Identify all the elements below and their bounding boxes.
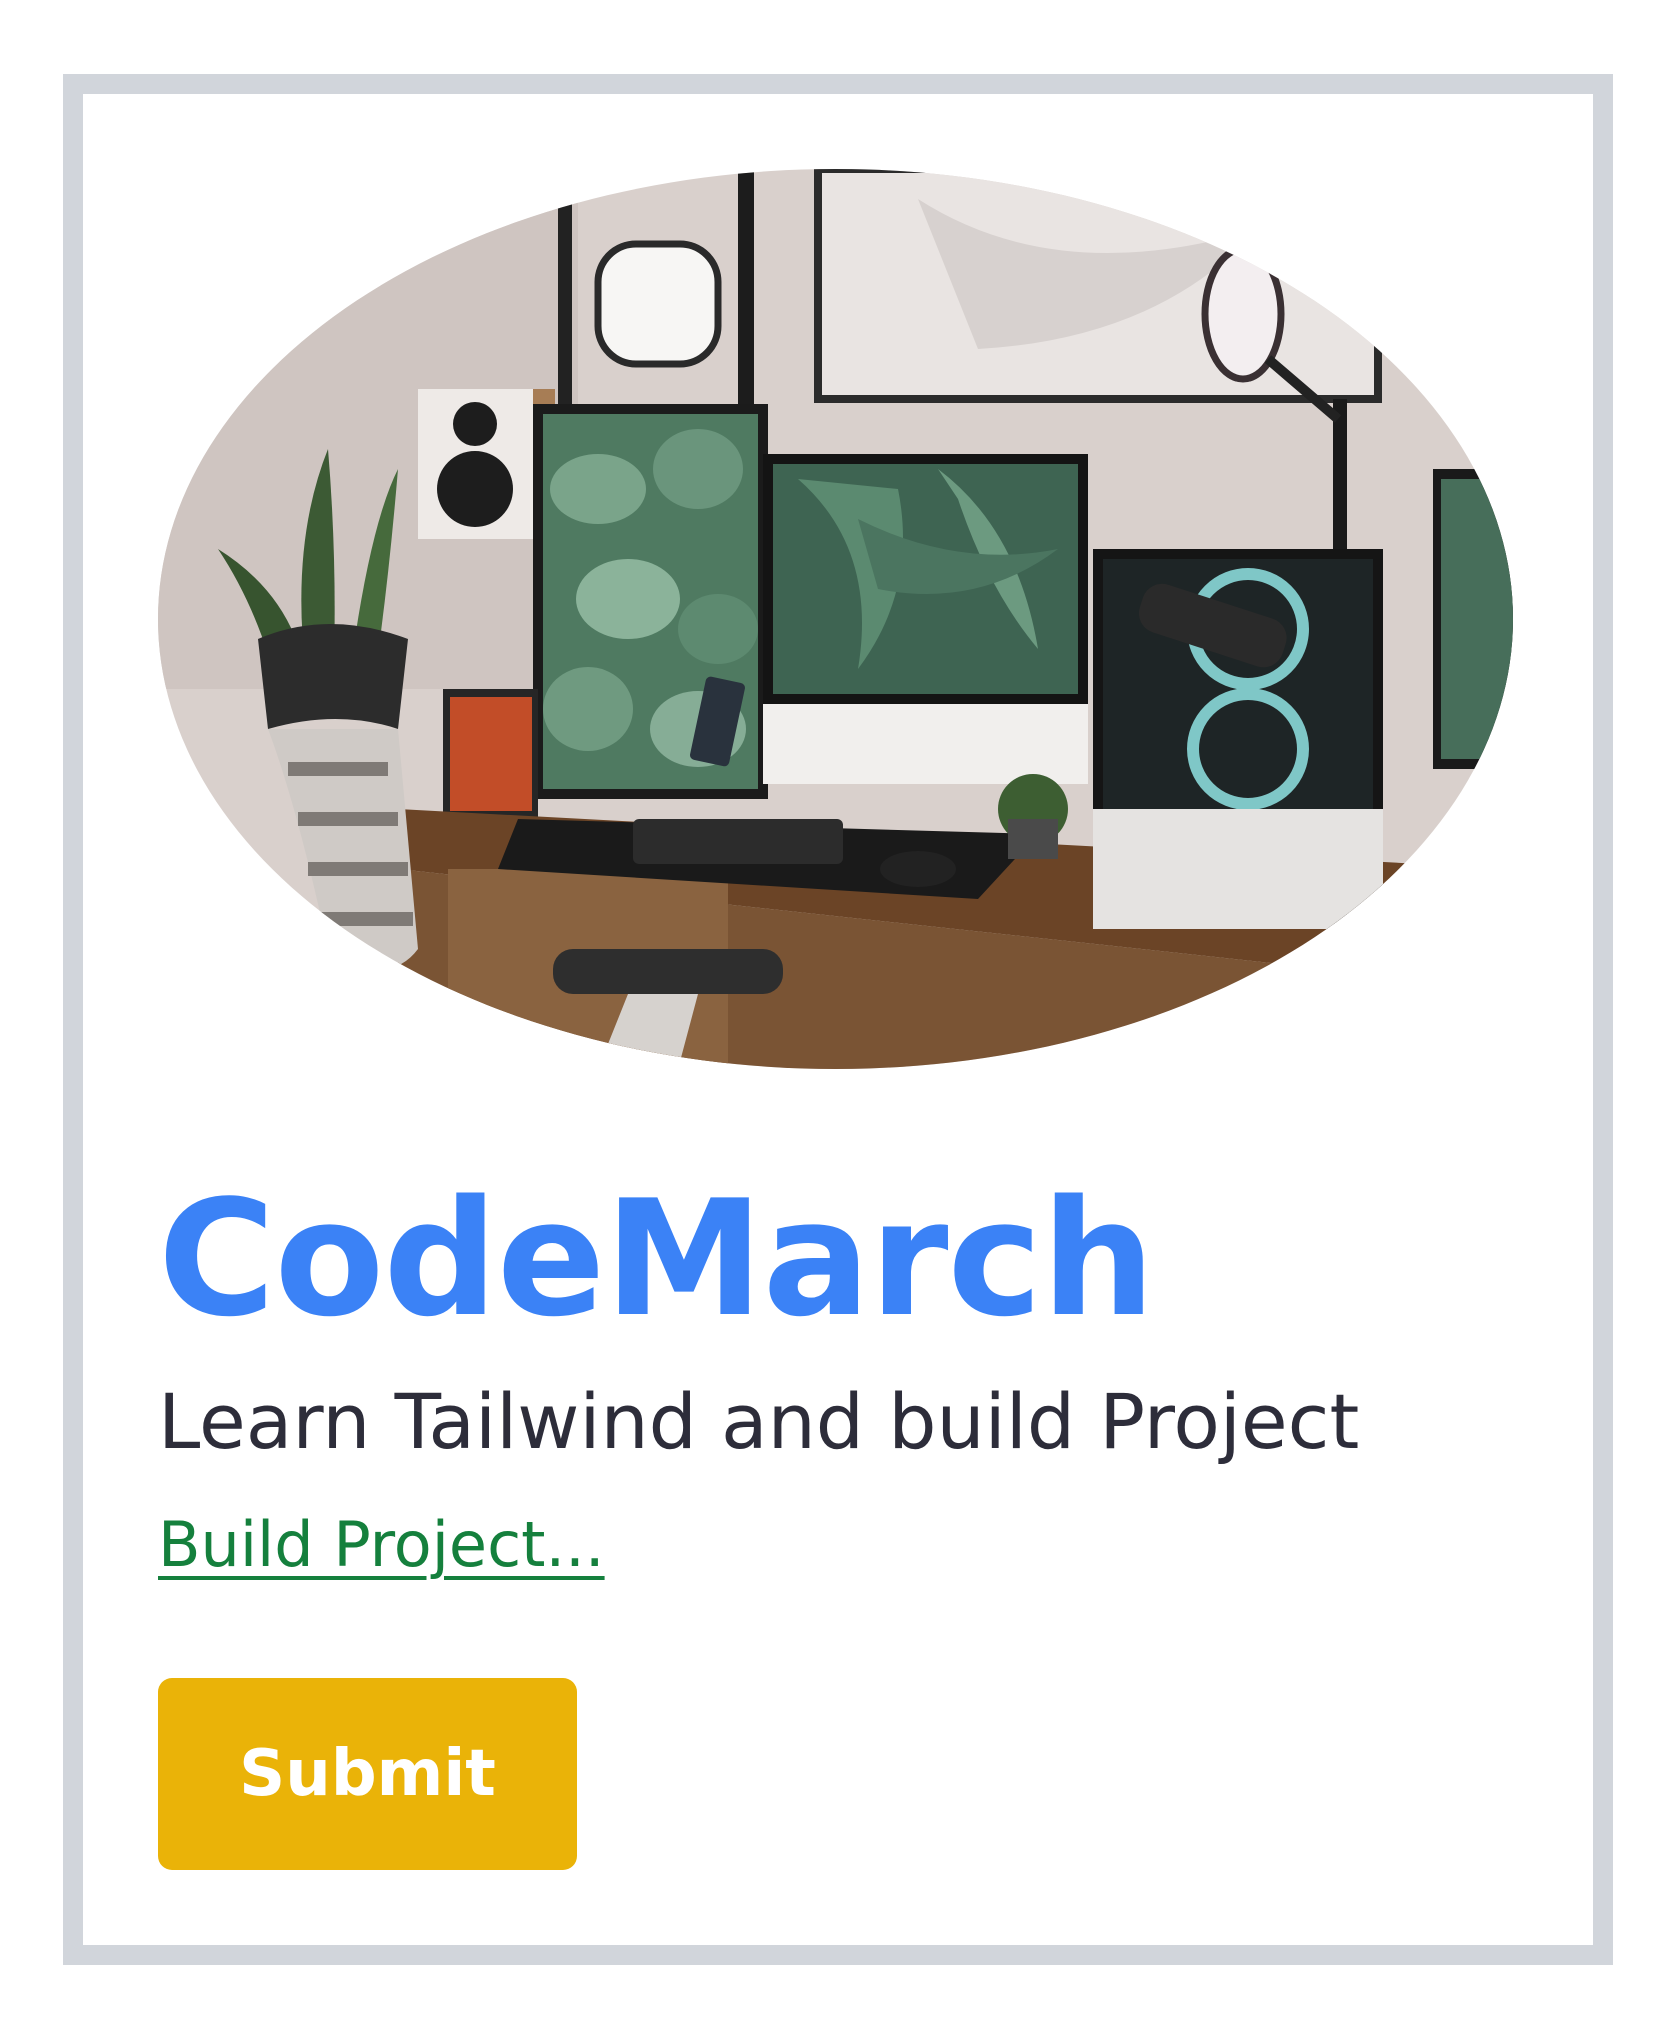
desk-setup-illustration xyxy=(158,169,1513,1069)
build-project-link[interactable]: Build Project... xyxy=(158,1514,605,1576)
project-card: CodeMarch Learn Tailwind and build Proje… xyxy=(63,74,1613,1965)
card-title: CodeMarch xyxy=(158,1165,1155,1352)
hero-image xyxy=(158,169,1513,1069)
card-subtitle: Learn Tailwind and build Project xyxy=(158,1377,1360,1466)
submit-button[interactable]: Submit xyxy=(158,1678,577,1870)
